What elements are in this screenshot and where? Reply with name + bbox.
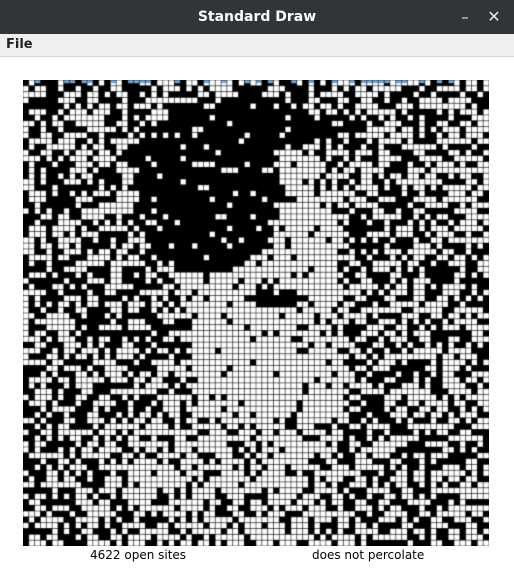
drawing-canvas: 4622 open sites does not percolate bbox=[0, 57, 514, 570]
minimize-icon[interactable]: – bbox=[451, 0, 479, 34]
percolation-status: does not percolate bbox=[312, 548, 425, 562]
percolation-grid bbox=[23, 80, 489, 546]
menu-file[interactable]: File bbox=[6, 36, 33, 54]
window-title: Standard Draw bbox=[197, 9, 317, 25]
percolation-grid-canvas bbox=[23, 80, 489, 546]
close-icon[interactable]: ✕ bbox=[480, 0, 508, 34]
title-bar: Standard Draw – ✕ bbox=[0, 0, 514, 34]
menu-bar: File bbox=[0, 34, 514, 57]
open-sites-count: 4622 open sites bbox=[90, 548, 187, 562]
